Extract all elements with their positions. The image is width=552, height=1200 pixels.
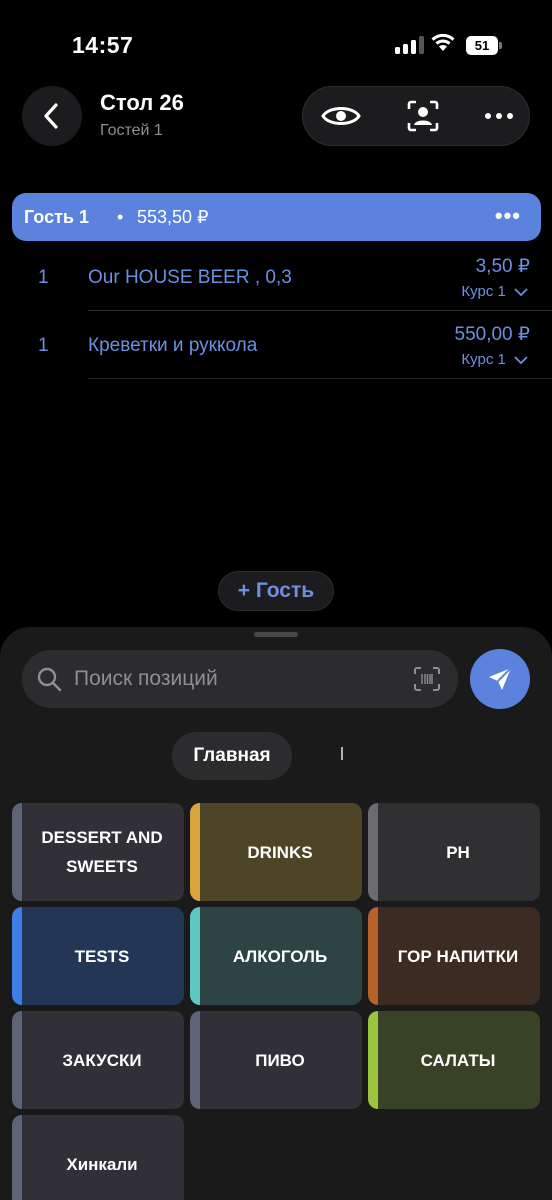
guest-more-button[interactable]: ••• bbox=[495, 203, 521, 229]
category-tile[interactable]: DRINKS bbox=[190, 803, 362, 901]
category-tile[interactable]: Хинкали bbox=[12, 1115, 184, 1200]
page-title: Стол 26 bbox=[100, 90, 184, 115]
category-color-stripe bbox=[12, 1011, 22, 1109]
chevron-left-icon bbox=[44, 103, 58, 129]
guest-total: 553,50 ₽ bbox=[137, 207, 209, 227]
category-color-stripe bbox=[368, 1011, 378, 1109]
category-tile[interactable]: АЛКОГОЛЬ bbox=[190, 907, 362, 1005]
guest-header[interactable]: Гость 1 • 553,50 ₽ ••• bbox=[12, 193, 541, 241]
separator-dot: • bbox=[117, 207, 124, 227]
category-tile[interactable]: ЗАКУСКИ bbox=[12, 1011, 184, 1109]
category-color-stripe bbox=[190, 1011, 200, 1109]
tab-secondary[interactable]: I bbox=[334, 744, 350, 770]
user-scan-icon bbox=[407, 100, 439, 132]
back-button[interactable] bbox=[22, 86, 82, 146]
item-price: 3,50 ₽ bbox=[475, 256, 530, 277]
order-item[interactable]: 1 Our HOUSE BEER , 0,3 3,50 ₽ Курс 1 bbox=[0, 243, 552, 311]
chevron-down-icon bbox=[514, 287, 528, 296]
category-label: САЛАТЫ bbox=[420, 1050, 496, 1070]
category-color-stripe bbox=[368, 907, 378, 1005]
category-label: АЛКОГОЛЬ bbox=[232, 946, 328, 966]
cellular-signal-icon bbox=[395, 36, 425, 54]
item-quantity: 1 bbox=[38, 335, 49, 356]
scan-client-button[interactable] bbox=[393, 87, 453, 145]
order-item[interactable]: 1 Креветки и руккола 550,00 ₽ Курс 1 bbox=[0, 311, 552, 379]
battery-icon: 51 bbox=[466, 36, 502, 55]
more-horizontal-icon bbox=[485, 113, 513, 119]
send-order-button[interactable] bbox=[470, 649, 530, 709]
search-icon bbox=[37, 667, 62, 692]
status-bar: 14:57 51 bbox=[0, 0, 552, 80]
category-label: DRINKS bbox=[247, 842, 313, 862]
item-name: Our HOUSE BEER , 0,3 bbox=[88, 267, 292, 288]
guest-count: Гостей 1 bbox=[100, 122, 163, 139]
send-icon bbox=[489, 667, 512, 690]
sheet-drag-handle[interactable] bbox=[254, 632, 298, 637]
barcode-scan-icon[interactable] bbox=[414, 667, 440, 691]
guest-name: Гость 1 bbox=[24, 207, 89, 227]
battery-level: 51 bbox=[466, 36, 498, 55]
item-price: 550,00 ₽ bbox=[454, 324, 530, 345]
course-label: Курс 1 bbox=[461, 283, 506, 300]
category-label: ГОР НАПИТКИ bbox=[397, 946, 519, 966]
category-tile[interactable]: САЛАТЫ bbox=[368, 1011, 540, 1109]
category-label: Хинкали bbox=[66, 1154, 138, 1174]
category-color-stripe bbox=[12, 803, 22, 901]
category-color-stripe bbox=[190, 803, 200, 901]
item-quantity: 1 bbox=[38, 267, 49, 288]
view-button[interactable] bbox=[311, 87, 371, 145]
category-color-stripe bbox=[190, 907, 200, 1005]
divider bbox=[88, 378, 552, 379]
category-tile[interactable]: ГОР НАПИТКИ bbox=[368, 907, 540, 1005]
clock: 14:57 bbox=[72, 32, 134, 58]
item-name: Креветки и руккола bbox=[88, 335, 258, 356]
category-tile[interactable]: TESTS bbox=[12, 907, 184, 1005]
course-selector[interactable]: Курс 1 bbox=[461, 351, 528, 368]
search-input[interactable] bbox=[74, 660, 404, 698]
category-label: ПИВО bbox=[255, 1050, 305, 1070]
course-selector[interactable]: Курс 1 bbox=[461, 283, 528, 300]
category-label: TESTS bbox=[74, 946, 130, 966]
category-label: ЗАКУСКИ bbox=[62, 1050, 142, 1070]
more-button[interactable] bbox=[469, 87, 529, 145]
eye-icon bbox=[321, 107, 361, 125]
chevron-down-icon bbox=[514, 355, 528, 364]
search-bar bbox=[22, 650, 458, 708]
category-label: DESSERT AND SWEETS bbox=[41, 828, 163, 876]
category-tile[interactable]: PH bbox=[368, 803, 540, 901]
wifi-icon bbox=[431, 33, 455, 51]
category-tile[interactable]: DESSERT AND SWEETS bbox=[12, 803, 184, 901]
header-actions bbox=[302, 86, 530, 146]
category-color-stripe bbox=[368, 803, 378, 901]
category-label: PH bbox=[446, 842, 470, 862]
category-tile[interactable]: ПИВО bbox=[190, 1011, 362, 1109]
course-label: Курс 1 bbox=[461, 351, 506, 368]
tab-main[interactable]: Главная bbox=[172, 732, 292, 780]
category-color-stripe bbox=[12, 907, 22, 1005]
category-color-stripe bbox=[12, 1115, 22, 1200]
add-guest-button[interactable]: + Гость bbox=[218, 571, 334, 611]
